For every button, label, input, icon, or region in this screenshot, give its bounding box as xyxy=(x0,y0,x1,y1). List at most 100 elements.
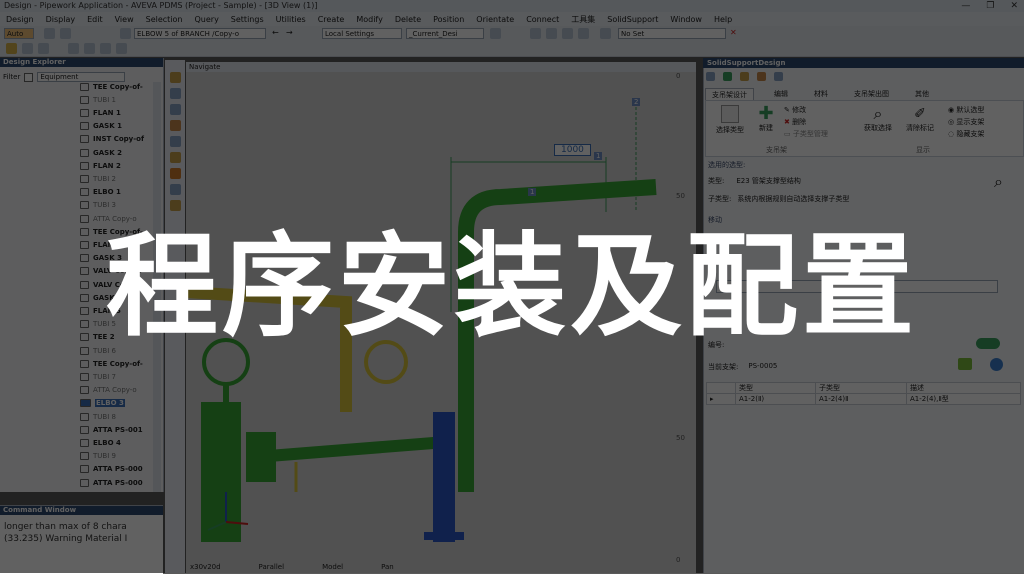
ss-tab-0[interactable]: 支吊架设计 xyxy=(705,88,754,100)
tool-icon-9[interactable] xyxy=(170,200,181,211)
forward-arrow-icon[interactable]: → xyxy=(286,28,297,39)
tree-item[interactable]: ATTA PS-000 xyxy=(80,465,143,474)
ss-tool-icon-5[interactable] xyxy=(774,72,783,81)
auto-button[interactable]: Auto xyxy=(4,28,34,39)
menu-item-7[interactable]: Utilities xyxy=(276,15,306,24)
tree-item[interactable]: TUBI 9 xyxy=(80,452,116,461)
menu-item-4[interactable]: Selection xyxy=(146,15,183,24)
pointer-icon[interactable] xyxy=(68,43,79,54)
redo-icon[interactable] xyxy=(38,43,49,54)
current-design-field[interactable]: _Current_Desi xyxy=(406,28,484,39)
column-header[interactable]: 描述 xyxy=(906,382,1021,394)
menu-item-8[interactable]: Create xyxy=(318,15,345,24)
tool-icon-2[interactable] xyxy=(170,88,181,99)
child-part-button[interactable]: ▭ 子类型管理 xyxy=(784,129,828,139)
settings-field[interactable]: Local Settings xyxy=(322,28,402,39)
filter-checkbox[interactable] xyxy=(24,72,34,82)
menu-item-3[interactable]: View xyxy=(115,15,134,24)
expand-icon[interactable]: ▸ xyxy=(706,393,736,405)
tool-icon-4[interactable] xyxy=(170,120,181,131)
tree-item[interactable]: GASK 1 xyxy=(80,122,122,131)
type-search-icon[interactable]: ⌕ xyxy=(994,172,1003,192)
ss-tab-2[interactable]: 材料 xyxy=(808,88,834,100)
menu-item-12[interactable]: Orientate xyxy=(476,15,514,24)
toolbar-icon-i[interactable] xyxy=(84,43,95,54)
menu-item-9[interactable]: Modify xyxy=(356,15,383,24)
menu-item-13[interactable]: Connect xyxy=(526,15,559,24)
toolbar-icon-d[interactable] xyxy=(530,28,541,39)
ss-tab-3[interactable]: 支吊架出图 xyxy=(848,88,895,100)
ss-tool-icon-2[interactable] xyxy=(723,72,732,81)
menu-item-14[interactable]: 工具集 xyxy=(571,14,595,25)
ce-icon[interactable] xyxy=(120,28,131,39)
tree-item[interactable]: TUBI 7 xyxy=(80,372,116,381)
tag-icon[interactable] xyxy=(958,358,972,370)
globe-icon[interactable] xyxy=(990,358,1003,371)
minimize-button[interactable]: — xyxy=(961,0,970,12)
tree-item[interactable]: ATTA PS-000 xyxy=(80,478,143,487)
default-select-button[interactable]: ◉ 默认选型 xyxy=(948,105,984,115)
menu-item-16[interactable]: Window xyxy=(670,15,702,24)
toolbar-icon-k[interactable] xyxy=(116,43,127,54)
close-button[interactable]: ✕ xyxy=(1010,0,1018,12)
tool-icon-6[interactable] xyxy=(170,152,181,163)
table-row[interactable]: ▸ A1-2(Ⅱ) A1-2(4)Ⅱ A1-2(4),Ⅱ型 xyxy=(706,393,1021,405)
column-header[interactable]: 子类型 xyxy=(814,382,908,394)
toolbar-icon-e[interactable] xyxy=(562,28,573,39)
ss-tool-icon-1[interactable] xyxy=(706,72,715,81)
back-arrow-icon[interactable]: ← xyxy=(272,28,283,39)
toolbar-icon-a[interactable] xyxy=(44,28,55,39)
view-status-projection[interactable]: Parallel xyxy=(259,562,285,573)
hide-support-button[interactable]: ◌ 隐藏支架 xyxy=(948,129,984,139)
tool-icon-8[interactable] xyxy=(170,184,181,195)
modify-button[interactable]: ✎ 修改 xyxy=(784,105,806,115)
tool-icon-7[interactable] xyxy=(170,168,181,179)
show-support-button[interactable]: ◎ 显示支架 xyxy=(948,117,984,127)
toolbar-icon-j[interactable] xyxy=(100,43,111,54)
menu-item-0[interactable]: Design xyxy=(6,15,34,24)
view-tab[interactable]: Navigate xyxy=(186,62,696,72)
toolbar-icon-g[interactable] xyxy=(600,28,611,39)
tree-item[interactable]: TUBI 3 xyxy=(80,201,116,210)
ss-tool-icon-3[interactable] xyxy=(740,72,749,81)
tree-item[interactable]: ELBO 3 xyxy=(80,399,125,408)
tree-item[interactable]: ATTA Copy-o xyxy=(80,386,137,395)
new-button[interactable]: ✚ 新建 xyxy=(754,105,778,133)
undo-icon[interactable] xyxy=(22,43,33,54)
filter-select[interactable]: Equipment xyxy=(37,72,126,82)
tree-item[interactable]: ELBO 1 xyxy=(80,188,121,197)
ss-tool-icon-4[interactable] xyxy=(757,72,766,81)
tree-item[interactable]: TEE Copy-of- xyxy=(80,82,143,91)
menu-item-10[interactable]: Delete xyxy=(395,15,421,24)
get-select-button[interactable]: ⌕ 获取选择 xyxy=(861,105,895,133)
maximize-button[interactable]: ❐ xyxy=(986,0,994,12)
toolbar-icon-c[interactable] xyxy=(490,28,501,39)
toolbar-icon-b[interactable] xyxy=(60,28,71,39)
ss-tab-4[interactable]: 其他 xyxy=(909,88,935,100)
menu-item-6[interactable]: Settings xyxy=(231,15,264,24)
tree-item[interactable]: TUBI 2 xyxy=(80,174,116,183)
view-status-pan[interactable]: Pan xyxy=(381,562,394,573)
select-type-button[interactable]: 选择类型 xyxy=(710,105,750,135)
view-status-mode[interactable]: Model xyxy=(322,562,343,573)
tree-item[interactable]: TUBI 8 xyxy=(80,412,116,421)
set-field[interactable]: No Set xyxy=(618,28,726,39)
tree-item[interactable]: INST Copy-of xyxy=(80,135,144,144)
menu-item-2[interactable]: Edit xyxy=(87,15,103,24)
toolbar-icon-h[interactable] xyxy=(6,43,17,54)
menu-item-11[interactable]: Position xyxy=(433,15,464,24)
save-icon[interactable] xyxy=(546,28,557,39)
tool-icon-1[interactable] xyxy=(170,72,181,83)
menu-item-1[interactable]: Display xyxy=(46,15,76,24)
tool-icon-3[interactable] xyxy=(170,104,181,115)
tree-item[interactable]: GASK 2 xyxy=(80,148,122,157)
menu-item-5[interactable]: Query xyxy=(194,15,218,24)
column-header[interactable]: 类型 xyxy=(735,382,816,394)
menu-item-15[interactable]: SolidSupport xyxy=(607,15,658,24)
current-element-field[interactable]: ELBOW 5 of BRANCH /Copy-o xyxy=(134,28,266,39)
tree-item[interactable]: ELBO 4 xyxy=(80,438,121,447)
delete-button[interactable]: ✖ 删除 xyxy=(784,117,806,127)
tree-item[interactable]: ATTA PS-001 xyxy=(80,425,143,434)
tree-item[interactable]: FLAN 2 xyxy=(80,161,121,170)
tree-item[interactable]: TEE Copy-of- xyxy=(80,359,143,368)
